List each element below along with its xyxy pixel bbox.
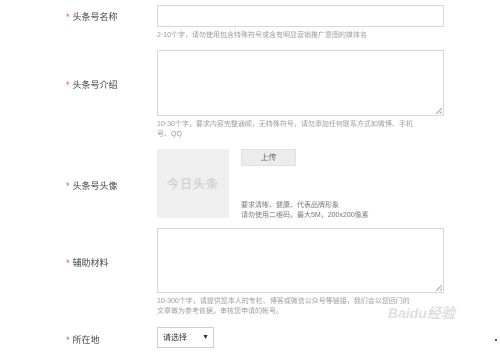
- decorative-dot: [495, 339, 497, 341]
- avatar-placeholder-logo: 今日头条: [166, 177, 219, 191]
- avatar-requirement-2: 请勿使用二维码，最大5M，200x200像素: [241, 212, 369, 219]
- resize-handle-icon[interactable]: [436, 108, 442, 114]
- baidu-watermark: Baidu经验: [388, 305, 455, 321]
- name-input[interactable]: [157, 5, 444, 27]
- intro-textarea[interactable]: [157, 50, 444, 116]
- aux-label: * 辅助材料: [66, 258, 109, 268]
- dropdown-arrow-icon: ▼: [202, 334, 209, 341]
- aux-textarea[interactable]: [157, 228, 444, 293]
- location-label: * 所在地: [66, 335, 100, 345]
- required-mark: *: [66, 258, 70, 268]
- required-mark: *: [66, 12, 70, 22]
- avatar-preview: 今日头条: [157, 149, 229, 218]
- required-mark: *: [66, 335, 70, 345]
- name-label: * 头条号名称: [66, 12, 118, 22]
- avatar-label: * 头条号头像: [66, 181, 118, 191]
- required-mark: *: [66, 80, 70, 90]
- name-hint: 2-10个字，请勿使用包含特殊符号或含有明显营销推广意图的媒体名: [157, 32, 368, 39]
- resize-handle-icon[interactable]: [436, 285, 442, 291]
- location-select[interactable]: 请选择 ▼: [157, 327, 214, 348]
- required-mark: *: [66, 181, 70, 191]
- avatar-requirement-1: 要求清晰、健康、代表品牌形象: [241, 202, 339, 209]
- intro-label: * 头条号介绍: [66, 80, 118, 90]
- upload-button[interactable]: 上传: [241, 149, 296, 166]
- intro-hint: 10-30个字，要求内容完整通顺，无特殊符号，请勿添加任何联系方式如微博、手机 …: [157, 121, 413, 138]
